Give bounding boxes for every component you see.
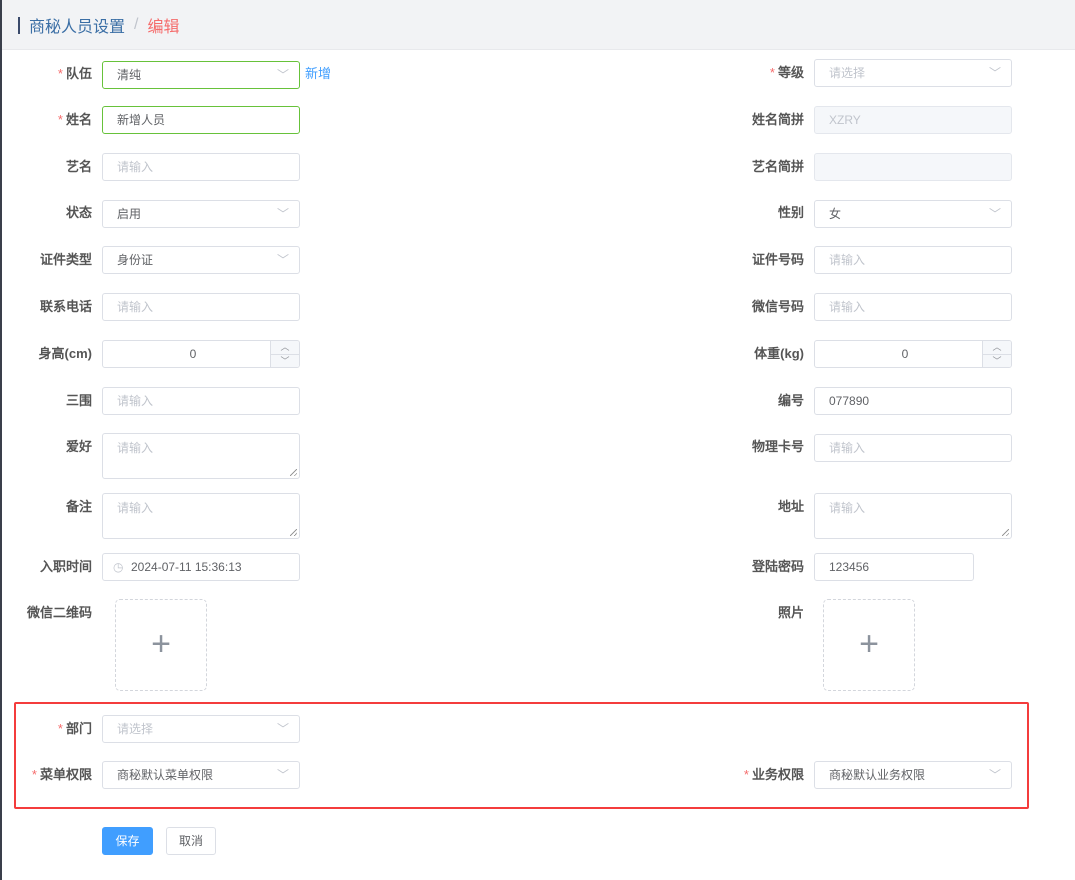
card-no-label: 物理卡号 <box>751 439 804 454</box>
id-type-value: 身份证 <box>117 253 154 267</box>
resize-handle-icon[interactable] <box>290 529 297 536</box>
save-button[interactable]: 保存 <box>102 827 153 855</box>
gender-value: 女 <box>829 207 842 221</box>
breadcrumb-separator: / <box>134 16 139 33</box>
gender-select[interactable]: 女 ﹀ <box>814 200 1012 228</box>
status-value: 启用 <box>117 207 142 221</box>
height-label: 身高(cm) <box>38 346 92 361</box>
height-stepper[interactable]: 0 ︿ ﹀ <box>102 340 300 368</box>
id-number-input[interactable]: 请输入 <box>814 246 1012 274</box>
chevron-down-icon[interactable]: ﹀ <box>983 355 1011 367</box>
resize-handle-icon[interactable] <box>1002 529 1009 536</box>
photo-upload[interactable]: + <box>823 599 915 691</box>
address-placeholder: 请输入 <box>829 501 866 515</box>
weight-spin-buttons[interactable]: ︿ ﹀ <box>982 341 1011 367</box>
remark-label: 备注 <box>65 499 92 514</box>
stage-pinyin-input <box>814 153 1012 181</box>
hobby-placeholder: 请输入 <box>117 441 154 455</box>
code-label: 编号 <box>777 393 804 408</box>
password-input[interactable]: 123456 <box>814 553 974 581</box>
business-permission-value: 商秘默认业务权限 <box>829 768 926 782</box>
card-no-input[interactable]: 请输入 <box>814 434 1012 462</box>
department-placeholder: 请选择 <box>117 722 154 736</box>
chevron-down-icon: ﹀ <box>276 207 289 221</box>
id-type-select[interactable]: 身份证 ﹀ <box>102 246 300 274</box>
code-input[interactable]: 077890 <box>814 387 1012 415</box>
name-label: 姓名 <box>20 106 92 134</box>
hire-date-label: 入职时间 <box>39 559 92 574</box>
id-number-label: 证件号码 <box>751 252 804 267</box>
name-pinyin-input: XZRY <box>814 106 1012 134</box>
chevron-down-icon: ﹀ <box>276 68 289 82</box>
breadcrumb-parent[interactable]: 商秘人员设置 <box>29 13 125 37</box>
wechat-input[interactable]: 请输入 <box>814 293 1012 321</box>
stage-pinyin-label: 艺名简拼 <box>751 159 804 174</box>
measurements-input[interactable]: 请输入 <box>102 387 300 415</box>
chevron-down-icon: ﹀ <box>988 768 1001 782</box>
measurements-label: 三围 <box>65 393 92 408</box>
resize-handle-icon[interactable] <box>290 469 297 476</box>
level-label: 等级 <box>700 59 804 87</box>
chevron-down-icon: ﹀ <box>276 768 289 782</box>
team-select[interactable]: 清纯 ﹀ <box>102 61 300 89</box>
name-input[interactable]: 新增人员 <box>102 106 300 134</box>
breadcrumb: 商秘人员设置 / 编辑 <box>18 13 180 37</box>
weight-stepper[interactable]: 0 ︿ ﹀ <box>814 340 1012 368</box>
chevron-down-icon: ﹀ <box>988 66 1001 80</box>
hire-date-picker[interactable]: ◷ 2024-07-11 15:36:13 <box>102 553 300 581</box>
clock-icon: ◷ <box>113 560 124 574</box>
department-label: 部门 <box>20 715 92 743</box>
wechat-qr-label: 微信二维码 <box>26 605 92 620</box>
breadcrumb-current: 编辑 <box>147 19 180 36</box>
chevron-up-icon[interactable]: ︿ <box>983 341 1011 355</box>
chevron-up-icon[interactable]: ︿ <box>271 341 299 355</box>
phone-input[interactable]: 请输入 <box>102 293 300 321</box>
chevron-down-icon: ﹀ <box>276 722 289 736</box>
menu-permission-select[interactable]: 商秘默认菜单权限 ﹀ <box>102 761 300 789</box>
weight-value: 0 <box>901 347 909 361</box>
page-header: 商秘人员设置 / 编辑 <box>2 0 1075 50</box>
address-textarea[interactable]: 请输入 <box>814 493 1012 539</box>
photo-label: 照片 <box>777 605 804 620</box>
chevron-down-icon[interactable]: ﹀ <box>271 355 299 367</box>
remark-textarea[interactable]: 请输入 <box>102 493 300 539</box>
status-label: 状态 <box>65 205 92 220</box>
hire-date-value: 2024-07-11 15:36:13 <box>131 560 242 574</box>
remark-placeholder: 请输入 <box>117 501 154 515</box>
menu-permission-value: 商秘默认菜单权限 <box>117 768 214 782</box>
address-label: 地址 <box>777 499 804 514</box>
status-select[interactable]: 启用 ﹀ <box>102 200 300 228</box>
hobby-textarea[interactable]: 请输入 <box>102 433 300 479</box>
chevron-down-icon: ﹀ <box>276 253 289 267</box>
add-team-link[interactable]: 新增 <box>305 60 331 88</box>
gender-label: 性别 <box>777 205 804 220</box>
menu-permission-label: 菜单权限 <box>20 761 92 789</box>
name-pinyin-label: 姓名简拼 <box>751 112 804 127</box>
hobby-label: 爱好 <box>65 439 92 454</box>
height-spin-buttons[interactable]: ︿ ﹀ <box>270 341 299 367</box>
wechat-qr-upload[interactable]: + <box>115 599 207 691</box>
business-permission-select[interactable]: 商秘默认业务权限 ﹀ <box>814 761 1012 789</box>
level-placeholder: 请选择 <box>829 66 866 80</box>
sidebar-edge <box>0 0 2 880</box>
id-type-label: 证件类型 <box>39 252 92 267</box>
level-select[interactable]: 请选择 ﹀ <box>814 59 1012 87</box>
phone-label: 联系电话 <box>39 299 92 314</box>
breadcrumb-accent-bar <box>18 16 20 34</box>
cancel-button[interactable]: 取消 <box>166 827 216 855</box>
wechat-label: 微信号码 <box>751 299 804 314</box>
team-value: 清纯 <box>117 68 142 82</box>
stage-name-label: 艺名 <box>65 159 92 174</box>
weight-label: 体重(kg) <box>754 346 804 361</box>
plus-icon: + <box>151 625 171 663</box>
plus-icon: + <box>859 625 879 663</box>
chevron-down-icon: ﹀ <box>988 207 1001 221</box>
stage-name-input[interactable]: 请输入 <box>102 153 300 181</box>
height-value: 0 <box>189 347 197 361</box>
password-label: 登陆密码 <box>751 559 804 574</box>
team-label: 队伍 <box>20 60 92 88</box>
department-select[interactable]: 请选择 ﹀ <box>102 715 300 743</box>
business-permission-label: 业务权限 <box>700 761 804 789</box>
